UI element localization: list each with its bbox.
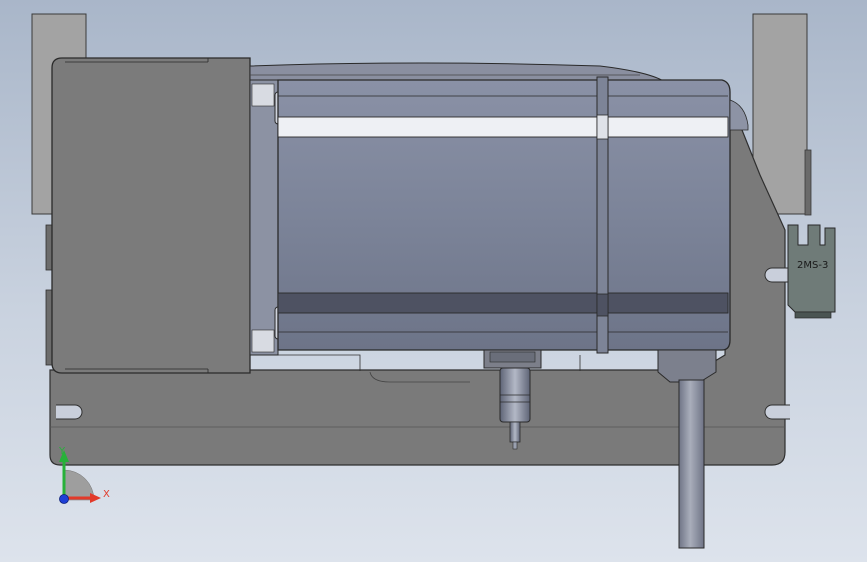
triad-rotation-arc (63, 469, 95, 501)
mount-slot-right-low[interactable] (764, 404, 790, 420)
triad-z-axis (59, 494, 69, 504)
motor-end-cap[interactable] (729, 99, 749, 131)
output-shaft[interactable] (509, 421, 521, 443)
shaft-tip (512, 441, 518, 450)
cable-gland[interactable] (657, 349, 717, 383)
flange-highlight-top (251, 83, 275, 107)
mount-slot-right-mid[interactable] (764, 267, 790, 283)
motor-flange[interactable] (249, 79, 279, 356)
connector-pins (794, 311, 832, 319)
model-view[interactable]: 2MS-3 Y X (0, 0, 867, 562)
right-plate-slot (804, 149, 812, 216)
cad-viewport[interactable]: 2MS-3 Y X (0, 0, 867, 562)
strap-clip-top (596, 114, 609, 140)
motor-highlight-band (277, 116, 729, 138)
part-label: 2MS-3 (797, 260, 828, 271)
strap-clip-bottom (596, 293, 609, 317)
power-cable[interactable] (678, 379, 705, 549)
triad-y-label: Y (58, 446, 66, 457)
mount-slot-left[interactable] (56, 404, 83, 420)
motor-dark-band (277, 292, 729, 314)
gearhead-block[interactable] (51, 57, 251, 374)
base-step (250, 354, 361, 371)
triad-x-label: X (103, 489, 110, 500)
flange-highlight-bottom (251, 329, 275, 353)
triad-x-arrow (90, 493, 101, 503)
shaft-housing-inner (489, 351, 536, 363)
